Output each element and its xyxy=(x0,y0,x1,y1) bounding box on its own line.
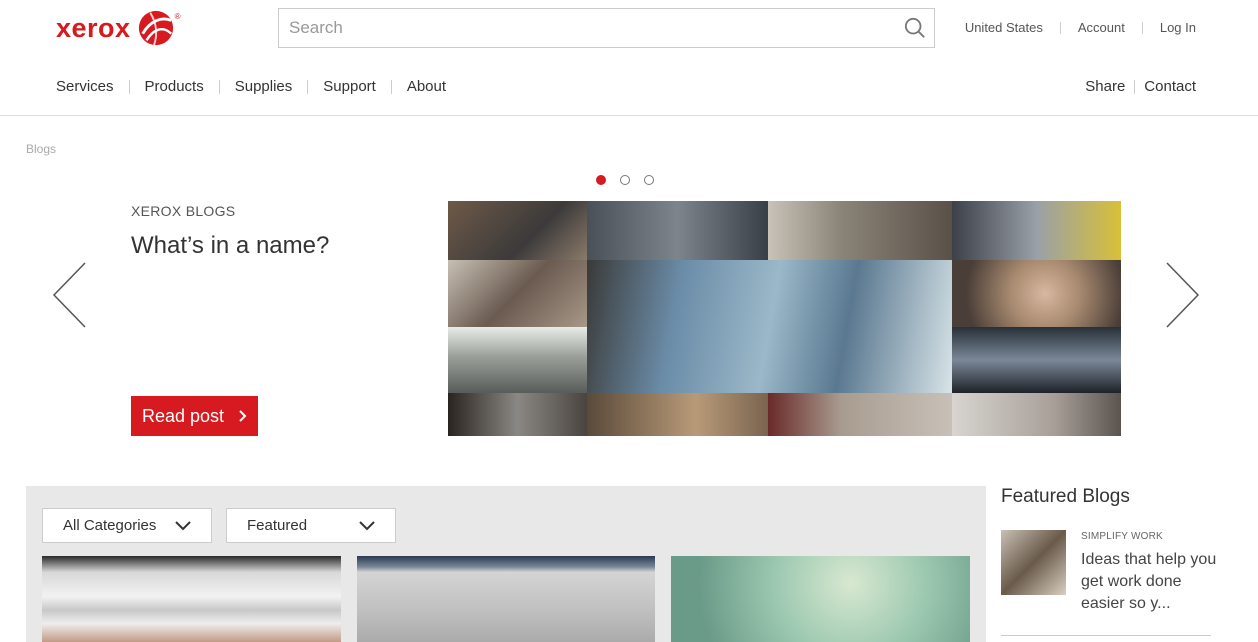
nav-products[interactable]: Products xyxy=(145,78,204,95)
carousel-dot-1[interactable] xyxy=(596,175,606,185)
header-divider xyxy=(0,115,1258,116)
divider xyxy=(1141,21,1143,34)
blog-card-image[interactable] xyxy=(42,556,341,642)
photo-colleagues xyxy=(448,393,587,436)
breadcrumb[interactable]: Blogs xyxy=(26,142,56,156)
sort-filter-value: Featured xyxy=(247,517,308,534)
category-filter[interactable]: All Categories xyxy=(42,508,212,543)
xerox-logo[interactable]: xerox ® xyxy=(56,8,180,48)
search-icon[interactable] xyxy=(904,17,926,39)
photo-library xyxy=(768,201,952,260)
chevron-down-icon xyxy=(175,520,191,530)
chevron-right-icon[interactable] xyxy=(1162,260,1202,330)
share-link[interactable]: Share xyxy=(1085,78,1125,95)
blog-card-image[interactable] xyxy=(671,556,970,642)
divider xyxy=(390,79,392,94)
featured-blog-title[interactable]: Ideas that help you get work done easier… xyxy=(1081,549,1221,615)
photo-train xyxy=(952,201,1121,260)
blog-card-image[interactable] xyxy=(357,556,655,642)
nav-about[interactable]: About xyxy=(407,78,446,95)
divider xyxy=(218,79,220,94)
divider xyxy=(307,79,309,94)
contact-link[interactable]: Contact xyxy=(1144,78,1196,95)
featured-blog-category: SIMPLIFY WORK xyxy=(1081,531,1163,542)
category-filter-value: All Categories xyxy=(63,517,157,534)
photo-crowd xyxy=(768,393,952,436)
photo-hospital xyxy=(587,260,952,393)
photo-cars xyxy=(448,327,587,393)
featured-blogs-heading: Featured Blogs xyxy=(1001,486,1130,507)
divider xyxy=(128,79,130,94)
country-selector[interactable]: United States xyxy=(965,20,1043,35)
read-post-label: Read post xyxy=(141,405,225,426)
secondary-nav: Share Contact xyxy=(1085,78,1196,95)
divider xyxy=(1134,79,1136,94)
chevron-down-icon xyxy=(359,520,375,530)
photo-phone xyxy=(587,393,768,436)
search-input[interactable] xyxy=(279,9,879,47)
divider xyxy=(1001,635,1211,636)
logo-wordmark: xerox xyxy=(56,12,131,43)
carousel-dots xyxy=(596,175,654,185)
photo-worker-tablet xyxy=(448,201,587,260)
main-nav: Services Products Supplies Support About xyxy=(56,78,446,95)
photo-office-building xyxy=(952,327,1121,393)
photo-street xyxy=(587,201,768,260)
featured-blog-thumbnail[interactable] xyxy=(1001,530,1066,595)
nav-supplies[interactable]: Supplies xyxy=(235,78,293,95)
photo-woman-glasses xyxy=(448,260,587,327)
slide-eyebrow: XEROX BLOGS xyxy=(131,203,236,219)
nav-services[interactable]: Services xyxy=(56,78,114,95)
search-box xyxy=(278,8,935,48)
divider xyxy=(1059,21,1061,34)
photo-headset xyxy=(952,260,1121,327)
registered-mark: ® xyxy=(174,12,181,21)
utility-nav: United States Account Log In xyxy=(965,20,1196,35)
photo-smartwatch xyxy=(952,393,1121,436)
xerox-ball-icon xyxy=(138,10,173,46)
login-link[interactable]: Log In xyxy=(1160,20,1196,35)
read-post-button[interactable]: Read post xyxy=(131,396,258,436)
slide-image-mosaic[interactable] xyxy=(448,201,1121,436)
carousel-dot-2[interactable] xyxy=(620,175,630,185)
slide-title[interactable]: What’s in a name? xyxy=(131,232,329,260)
chevron-right-icon xyxy=(239,410,247,422)
nav-support[interactable]: Support xyxy=(323,78,376,95)
carousel-dot-3[interactable] xyxy=(644,175,654,185)
sort-filter[interactable]: Featured xyxy=(226,508,396,543)
chevron-left-icon[interactable] xyxy=(50,260,90,330)
account-link[interactable]: Account xyxy=(1078,20,1125,35)
